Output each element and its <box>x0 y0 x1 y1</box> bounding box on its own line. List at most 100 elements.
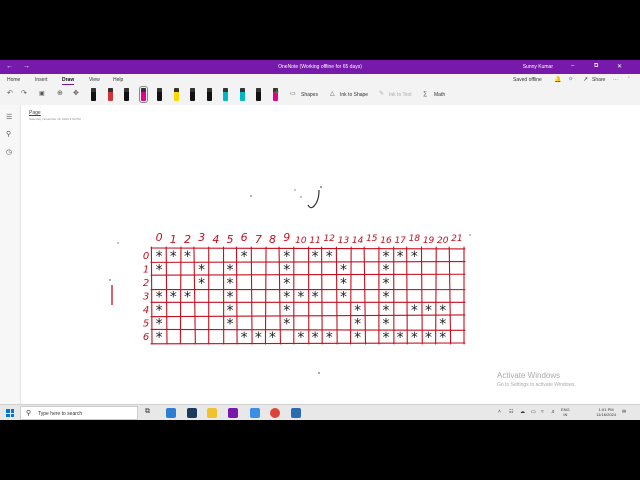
grid-star: * <box>241 330 248 346</box>
battery-icon[interactable]: ▭ <box>531 409 536 415</box>
row-label: 5 <box>143 319 149 330</box>
minimize-button[interactable]: – <box>571 63 574 69</box>
pen-0[interactable] <box>91 88 96 101</box>
grid-star: * <box>312 249 319 265</box>
chrome-icon[interactable] <box>270 408 280 418</box>
pen-9[interactable] <box>239 88 245 101</box>
grid-star: * <box>425 330 432 346</box>
grid-star: * <box>184 249 191 265</box>
vscode-icon[interactable] <box>166 408 176 418</box>
column-label: 20 <box>437 236 449 246</box>
tab-help[interactable]: Help <box>113 77 123 83</box>
column-label: 9 <box>283 231 290 244</box>
grid-star: * <box>383 330 390 346</box>
network-icon[interactable]: ☷ <box>509 409 513 415</box>
bell-icon[interactable]: 🔔 <box>554 76 561 83</box>
lightbulb-icon[interactable]: ☼ <box>568 76 574 82</box>
activate-title: Activate Windows <box>497 371 561 380</box>
grid-row-line <box>150 342 466 345</box>
row-label: 3 <box>143 292 149 303</box>
notebooks-icon[interactable]: ☰ <box>6 113 12 121</box>
column-label: 21 <box>451 234 462 244</box>
restore-button[interactable]: ⧉ <box>594 63 598 70</box>
ink-to-shape-icon: △ <box>330 91 335 97</box>
saved-status: Saved offline <box>513 77 542 83</box>
pen-4[interactable] <box>157 88 162 101</box>
vscode-insiders-icon[interactable] <box>291 408 301 418</box>
lasso-select-icon[interactable]: ▣ <box>39 89 45 99</box>
collapse-ribbon-icon[interactable]: ˆ <box>628 77 630 83</box>
ink-to-text-button[interactable]: Ink to Text <box>389 92 412 98</box>
cloud-icon[interactable]: ☁ <box>520 409 525 415</box>
page-canvas[interactable]: Page Saturday, November 16, 2024 1:00 PM… <box>21 105 640 404</box>
move-icon[interactable]: ✥ <box>73 89 79 99</box>
ink-to-shape-button[interactable]: Ink to Shape <box>340 92 368 98</box>
column-label: 3 <box>198 231 205 244</box>
tab-draw[interactable]: Draw <box>62 77 75 85</box>
column-label: 12 <box>324 234 336 244</box>
share-button[interactable]: Share <box>592 77 605 83</box>
app-icon[interactable] <box>250 408 260 418</box>
taskbar: ⚲ Type here to search ⧉ ˄ ☷ ☁ ▭ ≈ ♬ ENG … <box>0 404 640 420</box>
taskbar-clock[interactable]: 1:01 PM 11/16/2024 <box>596 407 616 417</box>
pen-5[interactable] <box>173 88 179 101</box>
math-icon: ∑ <box>423 91 428 97</box>
volume-icon[interactable]: ♬ <box>551 409 556 415</box>
grid-star: * <box>439 330 446 346</box>
grid-star: * <box>326 330 333 346</box>
row-label: 1 <box>143 264 149 275</box>
ink-drawing[interactable]: 0 1 2 3 4 5 6 7 8 9 10 11 12 13 14 15 16 17 18 19 20 21 01234… <box>21 105 640 404</box>
column-label: 5 <box>227 233 234 246</box>
pen-6[interactable] <box>190 88 195 101</box>
file-explorer-icon[interactable] <box>207 408 217 418</box>
add-pen-icon[interactable]: + <box>274 87 279 97</box>
column-label: 6 <box>241 231 248 244</box>
close-button[interactable]: ✕ <box>617 63 622 70</box>
navigation-sidebar: ☰ ⚲ ◷ <box>0 105 21 404</box>
undo-icon[interactable]: ↶ <box>7 89 13 99</box>
grid-star: * <box>312 290 319 306</box>
shapes-button[interactable]: Shapes <box>301 92 318 98</box>
taskbar-search[interactable]: ⚲ Type here to search <box>20 406 138 420</box>
user-name[interactable]: Sunny Kumar <box>523 64 553 70</box>
pen-10[interactable] <box>256 88 261 101</box>
pen-3[interactable] <box>138 86 148 103</box>
grid-star: * <box>170 290 177 306</box>
row-label: 0 <box>143 251 149 262</box>
grid-star: * <box>255 330 262 346</box>
onenote-icon[interactable] <box>228 408 238 418</box>
redo-icon[interactable]: ↷ <box>21 89 27 99</box>
ink-column-labels: 0 1 2 3 4 5 6 7 8 9 10 11 12 13 14 15 16 17 18 19 20 21 <box>156 231 463 246</box>
column-label: 17 <box>394 236 406 246</box>
column-label: 8 <box>269 233 276 246</box>
grid-star: * <box>283 317 290 333</box>
math-button[interactable]: Math <box>434 92 445 98</box>
windows-start-icon[interactable] <box>6 409 14 417</box>
grid-star: * <box>170 249 177 265</box>
grid-row-line <box>150 328 466 331</box>
search-icon[interactable]: ⚲ <box>6 130 11 138</box>
pen-1[interactable] <box>107 88 113 101</box>
more-icon[interactable]: ⋯ <box>613 77 618 83</box>
notifications-icon[interactable]: ✉ <box>622 409 626 415</box>
tab-view[interactable]: View <box>89 77 100 83</box>
language-indicator[interactable]: ENG IN <box>561 407 570 417</box>
wifi-icon[interactable]: ≈ <box>541 409 544 415</box>
grid-star: * <box>354 330 361 346</box>
pen-2[interactable] <box>124 88 129 101</box>
grid-star: * <box>227 317 234 333</box>
shapes-icon: ▭ <box>290 91 296 97</box>
tab-insert[interactable]: Insert <box>35 77 48 83</box>
tray-chevron-icon[interactable]: ˄ <box>498 409 501 415</box>
tab-home[interactable]: Home <box>7 77 20 83</box>
share-icon[interactable]: ↗ <box>583 76 588 83</box>
column-label: 16 <box>380 236 392 246</box>
task-view-icon[interactable]: ⧉ <box>145 408 155 418</box>
column-label: 7 <box>255 233 262 246</box>
add-space-icon[interactable]: ⊕ <box>57 89 63 99</box>
recent-icon[interactable]: ◷ <box>6 148 12 156</box>
pen-8[interactable] <box>223 88 228 101</box>
pen-7[interactable] <box>206 88 212 101</box>
terminal-app-icon[interactable] <box>187 408 197 418</box>
ink-stars: * * * * * * * * * ** * * * * ** * * * ** * * * * * * * ** * * * * * * ** *… <box>156 249 447 346</box>
